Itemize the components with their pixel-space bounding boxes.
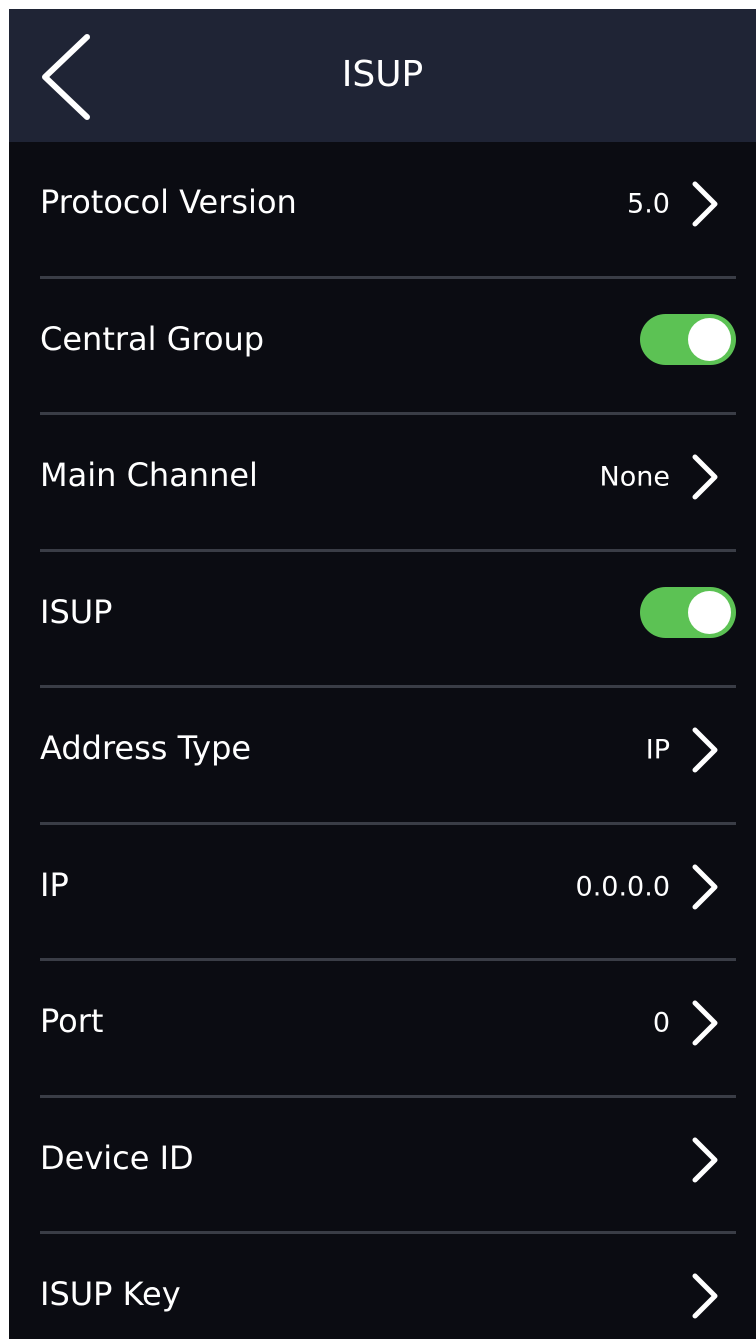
setting-label: ISUP: [40, 592, 113, 631]
setting-row-port[interactable]: Port 0: [9, 961, 756, 1098]
chevron-right-icon: [689, 453, 721, 501]
setting-row-isup: ISUP: [9, 552, 756, 688]
chevron-right-icon: [689, 726, 721, 774]
isup-settings-screen: ISUP Protocol Version 5.0 Central Group …: [9, 9, 756, 1339]
setting-label: Main Channel: [40, 456, 258, 494]
setting-value: None: [599, 461, 670, 493]
toggle-knob: [688, 317, 731, 361]
setting-row-protocol-version[interactable]: Protocol Version 5.0: [9, 142, 756, 279]
page-title: ISUP: [341, 54, 424, 95]
setting-value: 5.0: [627, 188, 670, 220]
setting-label: ISUP Key: [40, 1275, 181, 1313]
isup-toggle[interactable]: [640, 586, 736, 638]
setting-label: IP: [40, 865, 69, 904]
chevron-right-icon: [689, 1272, 721, 1320]
chevron-right-icon: [689, 180, 721, 228]
setting-value: 0: [652, 1007, 670, 1039]
chevron-right-icon: [689, 999, 721, 1047]
setting-row-ip[interactable]: IP 0.0.0.0: [9, 825, 756, 961]
setting-label: Protocol Version: [40, 183, 297, 221]
chevron-right-icon: [689, 863, 721, 911]
setting-row-device-id[interactable]: Device ID: [9, 1098, 756, 1234]
setting-value: 0.0.0.0: [575, 871, 670, 902]
setting-row-central-group: Central Group: [9, 279, 756, 415]
setting-row-main-channel[interactable]: Main Channel None: [9, 415, 756, 552]
setting-label: Port: [40, 1002, 104, 1040]
setting-row-address-type[interactable]: Address Type IP: [9, 688, 756, 825]
chevron-right-icon: [689, 1136, 721, 1184]
setting-row-isup-key[interactable]: ISUP Key: [9, 1234, 756, 1339]
central-group-toggle[interactable]: [640, 313, 736, 365]
setting-label: Device ID: [40, 1138, 194, 1177]
toggle-knob: [688, 590, 731, 634]
setting-label: Address Type: [40, 729, 252, 767]
title-bar: ISUP: [9, 9, 756, 142]
settings-list: Protocol Version 5.0 Central Group Main …: [9, 142, 756, 1339]
setting-value: IP: [645, 734, 670, 766]
setting-label: Central Group: [40, 319, 265, 358]
